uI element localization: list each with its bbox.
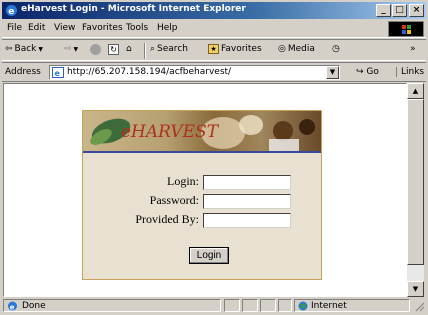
resize-grip-icon[interactable] <box>413 300 425 312</box>
go-button[interactable]: ↪ Go <box>356 67 379 77</box>
search-icon: ⌕ <box>150 44 156 54</box>
menu-tools[interactable]: Tools <box>126 23 148 33</box>
address-bar: Address e http://65.207.158.194/acfbehar… <box>2 62 426 82</box>
banner-divider <box>83 151 321 153</box>
forward-arrow-icon: ⇨ <box>64 44 72 54</box>
scroll-down-icon[interactable]: ▼ <box>407 281 424 297</box>
go-arrow-icon: ↪ <box>356 67 364 77</box>
history-icon: ◷ <box>332 44 340 54</box>
status-pane <box>242 299 258 312</box>
login-button[interactable]: Login <box>189 247 229 264</box>
home-icon: ⌂ <box>126 44 132 54</box>
vertical-scrollbar[interactable]: ▲ ▼ <box>407 83 424 297</box>
links-button[interactable]: Links <box>396 67 424 77</box>
windows-logo-icon <box>388 21 424 37</box>
window-title: eHarvest Login - Microsoft Internet Expl… <box>21 4 246 14</box>
status-pane <box>224 299 240 312</box>
zone-text: Internet <box>311 301 347 311</box>
status-pane <box>278 299 292 312</box>
browser-window: e eHarvest Login - Microsoft Internet Ex… <box>0 0 428 312</box>
eharvest-logo: eHARVEST <box>121 122 219 142</box>
media-icon: ◎ <box>278 44 286 54</box>
back-button[interactable]: ⇦ Back ▼ <box>5 44 43 54</box>
toolbar-overflow-button[interactable]: » <box>410 44 416 54</box>
status-text: Done <box>22 301 46 311</box>
status-pane <box>260 299 276 312</box>
scroll-up-icon[interactable]: ▲ <box>407 83 424 99</box>
favorites-button[interactable]: ★ Favorites <box>208 44 262 54</box>
back-arrow-icon: ⇦ <box>5 44 13 54</box>
forward-button[interactable]: ⇨ ▼ <box>64 44 78 54</box>
status-bar: e Done Internet <box>2 298 426 312</box>
refresh-icon: ↻ <box>108 44 119 55</box>
provided-by-input[interactable] <box>203 213 291 228</box>
dropdown-icon: ▼ <box>38 45 44 53</box>
menu-bar: File Edit View Favorites Tools Help <box>2 20 426 38</box>
menu-help[interactable]: Help <box>157 23 178 33</box>
menu-view[interactable]: View <box>54 23 75 33</box>
stop-button[interactable] <box>90 44 101 55</box>
login-label: Login: <box>167 174 199 188</box>
favorites-icon: ★ <box>208 44 219 54</box>
page-done-icon: e <box>8 301 17 312</box>
svg-text:e: e <box>55 69 61 78</box>
address-label: Address <box>5 67 41 77</box>
harvest-banner: eHARVEST <box>83 111 321 151</box>
minimize-button[interactable]: _ <box>376 4 391 17</box>
menu-edit[interactable]: Edit <box>28 23 45 33</box>
login-panel: eHARVEST Login: Password: Provided By: L… <box>82 110 322 280</box>
page-content: eHARVEST Login: Password: Provided By: L… <box>3 83 407 297</box>
history-button[interactable]: ◷ <box>332 44 340 54</box>
dropdown-icon: ▼ <box>73 45 79 53</box>
svg-text:e: e <box>10 304 15 312</box>
login-input[interactable] <box>203 175 291 190</box>
title-bar[interactable]: e eHarvest Login - Microsoft Internet Ex… <box>2 2 426 19</box>
page-icon: e <box>52 67 64 78</box>
toolbar: ⇦ Back ▼ ⇨ ▼ ↻ ⌂ ⌕ Search ★ Favorites ◎ … <box>2 39 426 61</box>
scroll-thumb[interactable] <box>407 99 424 265</box>
stop-icon <box>90 44 101 55</box>
chevron-right-icon: » <box>410 44 416 54</box>
password-input[interactable] <box>203 194 291 209</box>
refresh-button[interactable]: ↻ <box>108 44 119 55</box>
toolbar-separator <box>144 43 146 59</box>
globe-icon <box>298 301 308 311</box>
password-label: Password: <box>149 193 199 207</box>
provided-by-label: Provided By: <box>135 212 199 226</box>
zone-pane: Internet <box>294 299 410 312</box>
search-button[interactable]: ⌕ Search <box>150 44 188 54</box>
address-input[interactable]: e http://65.207.158.194/acfbeharvest/ ▼ <box>49 65 340 80</box>
ie-icon: e <box>6 5 17 17</box>
home-button[interactable]: ⌂ <box>126 44 132 54</box>
svg-text:e: e <box>8 7 14 17</box>
status-pane: e Done <box>3 299 221 312</box>
menu-file[interactable]: File <box>7 23 22 33</box>
address-url: http://65.207.158.194/acfbeharvest/ <box>67 67 232 77</box>
maximize-button[interactable]: □ <box>392 4 407 17</box>
address-dropdown-icon[interactable]: ▼ <box>326 66 339 79</box>
menu-favorites[interactable]: Favorites <box>82 23 123 33</box>
close-button[interactable]: × <box>409 4 424 17</box>
media-button[interactable]: ◎ Media <box>278 44 315 54</box>
